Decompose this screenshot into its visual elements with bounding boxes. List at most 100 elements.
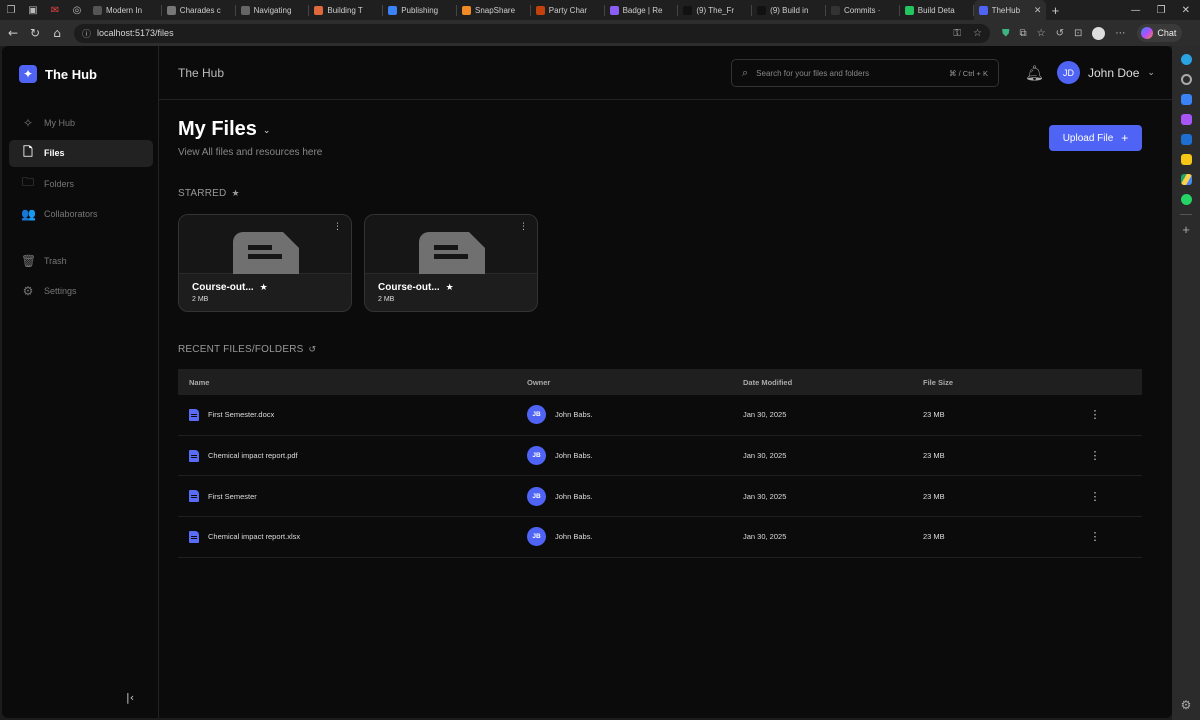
- url-text: localhost:5173/files: [97, 28, 174, 38]
- browser-tab[interactable]: Publishing: [383, 0, 456, 20]
- bell-icon[interactable]: 🔔︎: [1025, 64, 1044, 82]
- top-bar: The Hub ⌕ ⌘ / Ctrl + K 🔔︎ JD John Doe ⌄: [159, 46, 1172, 100]
- browser-tab[interactable]: TheHub ✕: [973, 0, 1047, 20]
- sidebar-settings-icon[interactable]: ⚙: [1181, 698, 1192, 712]
- brand[interactable]: ✦ The Hub: [19, 65, 97, 83]
- favorites-icon[interactable]: ☆: [1037, 28, 1046, 39]
- recent-files-table: Name Owner Date Modified File Size First…: [178, 369, 1142, 558]
- site-info-icon[interactable]: ⓘ: [82, 27, 91, 40]
- upload-file-button[interactable]: Upload File +: [1049, 125, 1142, 151]
- col-date-header[interactable]: Date Modified: [743, 378, 923, 387]
- restore-icon[interactable]: ❐: [1157, 5, 1166, 16]
- browser-tab[interactable]: (9) The_Fr: [678, 0, 751, 20]
- drive-icon[interactable]: [1180, 174, 1192, 185]
- owner-avatar: JB: [527, 527, 546, 547]
- search-input[interactable]: [756, 68, 942, 78]
- table-header: Name Owner Date Modified File Size: [178, 369, 1142, 395]
- search-icon: ⌕: [742, 66, 749, 79]
- search-box[interactable]: ⌕ ⌘ / Ctrl + K: [731, 59, 999, 87]
- user-menu[interactable]: JD John Doe ⌄: [1057, 61, 1155, 84]
- shopping-icon[interactable]: [1180, 94, 1192, 105]
- sidebar-item-label: My Hub: [44, 117, 76, 128]
- tab-label: Badge | Re: [622, 5, 663, 15]
- star-icon[interactable]: ★: [260, 283, 268, 293]
- cell-size: 23 MB: [923, 451, 945, 461]
- whatsapp-icon[interactable]: [1180, 194, 1192, 205]
- sidebar-item-collaborators[interactable]: 👥 Collaborators: [9, 201, 153, 228]
- row-more-vertical-icon[interactable]: ⋮: [1048, 408, 1142, 421]
- sidebar-item-trash[interactable]: 🗑 Trash: [9, 247, 153, 274]
- document-icon: [419, 232, 485, 274]
- browser-tab[interactable]: Party Char: [531, 0, 604, 20]
- card-title: Course-out... ★: [378, 282, 454, 293]
- more-menu-icon[interactable]: ⋯: [1115, 28, 1125, 39]
- telegram-icon[interactable]: [1180, 54, 1192, 65]
- star-icon[interactable]: ★: [446, 283, 454, 293]
- row-more-vertical-icon[interactable]: ⋮: [1048, 490, 1142, 503]
- tab-favicon-icon: [683, 5, 693, 15]
- url-field[interactable]: ⓘ localhost:5173/files ⚿ ☆: [74, 23, 990, 43]
- minimize-icon[interactable]: —: [1131, 5, 1141, 16]
- browser-tab[interactable]: (9) Build in: [752, 0, 825, 20]
- browser-tab[interactable]: Badge | Re: [605, 0, 678, 20]
- more-vertical-icon[interactable]: ⋮: [333, 222, 342, 232]
- back-icon[interactable]: ←: [2, 26, 24, 40]
- file-thumbnail: ⋮: [365, 215, 537, 274]
- favorite-star-icon[interactable]: ☆: [973, 28, 982, 39]
- sidebar-item-folders[interactable]: 🗀 Folders: [9, 170, 153, 197]
- add-sidebar-app-icon[interactable]: +: [1182, 223, 1190, 236]
- col-size-header[interactable]: File Size: [923, 378, 1048, 387]
- tab-favicon-icon: [609, 5, 619, 15]
- tab-label: (9) The_Fr: [696, 5, 735, 15]
- tools-icon[interactable]: [1180, 114, 1192, 125]
- more-vertical-icon[interactable]: ⋮: [519, 222, 528, 232]
- browser-tab[interactable]: Building T: [309, 0, 382, 20]
- collapse-sidebar-icon[interactable]: |‹: [126, 691, 134, 704]
- col-name-header[interactable]: Name: [178, 378, 527, 387]
- table-row[interactable]: First Semester.docx JB John Babs. Jan 30, 2…: [178, 395, 1142, 436]
- key-icon[interactable]: ⚿: [953, 28, 961, 39]
- shield-extension-icon[interactable]: ⛊: [1002, 28, 1010, 39]
- search-sidebar-icon[interactable]: [1180, 74, 1192, 85]
- browser-tab[interactable]: Build Deta: [900, 0, 973, 20]
- pinned-tab-icon[interactable]: ◎: [66, 0, 88, 20]
- sidebar-item-my-hub[interactable]: ✧ My Hub: [9, 109, 153, 136]
- document-icon: [233, 232, 299, 274]
- new-tab-button[interactable]: +: [1046, 3, 1064, 18]
- browser-tab[interactable]: Charades c: [162, 0, 235, 20]
- tab-actions-icon[interactable]: ▣: [22, 0, 44, 20]
- sidebar-item-settings[interactable]: ⚙ Settings: [9, 278, 153, 305]
- title-chevron-down-icon: ⌄: [262, 126, 271, 136]
- table-row[interactable]: Chemical impact report.pdf JB John Babs. Ja…: [178, 436, 1142, 477]
- browser-tab[interactable]: Modern In: [88, 0, 161, 20]
- table-row[interactable]: Chemical impact report.xlsx JB John Babs. J…: [178, 517, 1142, 558]
- starred-file-card[interactable]: ⋮ Course-out... ★ 2 MB: [364, 214, 538, 312]
- browser-tab[interactable]: Commits ·: [826, 0, 899, 20]
- history-icon[interactable]: ↺: [1056, 28, 1064, 39]
- workspaces-icon[interactable]: ❐: [0, 0, 22, 20]
- table-row[interactable]: First Semester JB John Babs. Jan 30, 2025 23…: [178, 476, 1142, 518]
- profile-avatar[interactable]: [1092, 26, 1106, 40]
- browser-tab[interactable]: SnapShare: [457, 0, 530, 20]
- cell-size: 23 MB: [923, 410, 945, 420]
- keep-icon[interactable]: [1180, 154, 1192, 165]
- browser-tab[interactable]: Navigating: [236, 0, 309, 20]
- home-icon[interactable]: ⌂: [46, 26, 68, 40]
- close-window-icon[interactable]: ✕: [1182, 5, 1190, 16]
- sidebar-item-files[interactable]: 🗋 Files: [9, 139, 153, 167]
- copilot-chat-button[interactable]: Chat: [1137, 24, 1183, 42]
- outlook-icon[interactable]: [1180, 134, 1192, 145]
- row-more-vertical-icon[interactable]: ⋮: [1048, 449, 1142, 462]
- col-owner-header[interactable]: Owner: [527, 378, 743, 387]
- extensions-icon[interactable]: ⧉: [1020, 28, 1027, 39]
- screenshot-icon[interactable]: ⊡: [1074, 28, 1082, 39]
- gmail-tab-icon[interactable]: ✉: [44, 0, 66, 20]
- owner-avatar: JB: [527, 486, 546, 506]
- row-more-vertical-icon[interactable]: ⋮: [1048, 530, 1142, 543]
- reload-icon[interactable]: ↻: [24, 26, 46, 40]
- title-dropdown[interactable]: My Files ⌄: [178, 118, 322, 141]
- close-tab-icon[interactable]: ✕: [1034, 5, 1042, 16]
- plus-icon: +: [1121, 131, 1129, 145]
- cell-name: Chemical impact report.xlsx: [178, 530, 527, 543]
- starred-file-card[interactable]: ⋮ Course-out... ★ 2 MB: [178, 214, 352, 312]
